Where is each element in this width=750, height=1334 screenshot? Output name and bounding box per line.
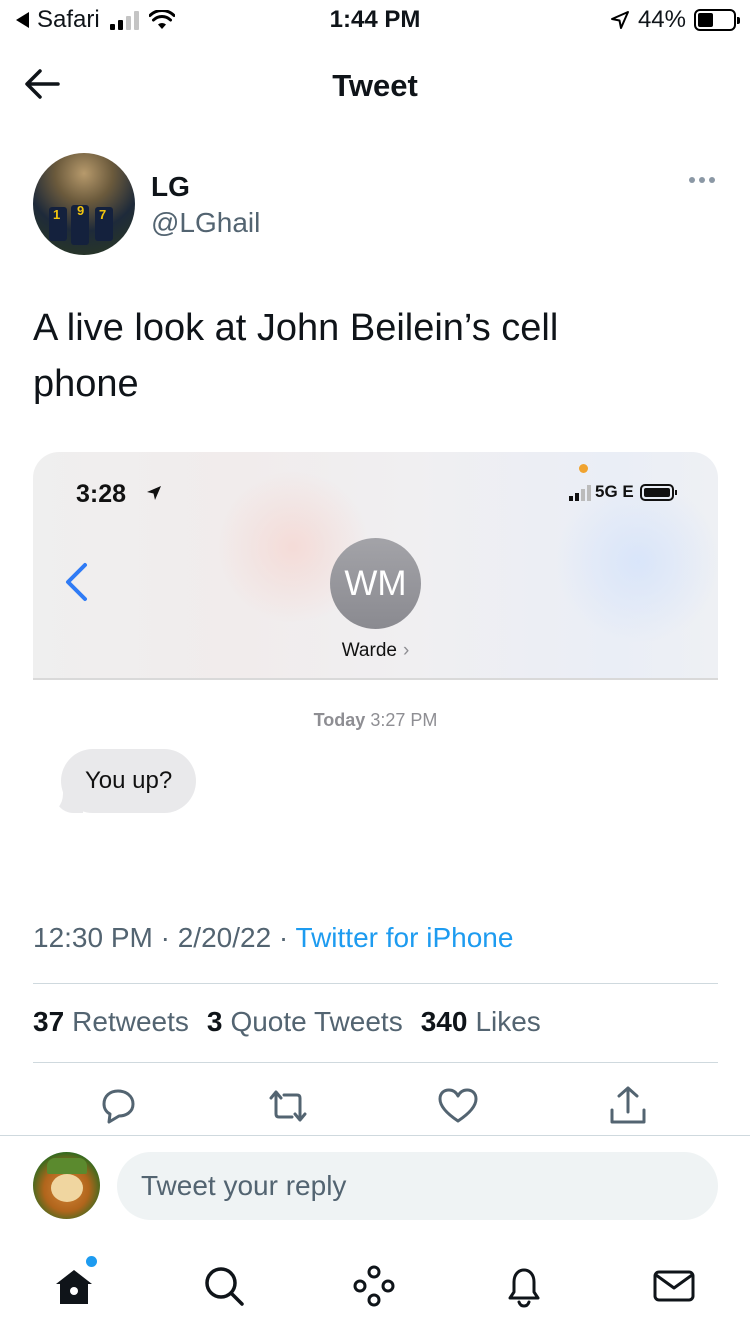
location-arrow-icon	[610, 11, 629, 29]
user-avatar[interactable]	[33, 1152, 100, 1219]
notifications-bell-icon[interactable]	[500, 1262, 548, 1310]
reply-icon[interactable]	[96, 1084, 140, 1128]
battery-icon	[694, 9, 740, 31]
divider	[33, 983, 718, 984]
chevron-left-icon	[66, 563, 87, 601]
network-label: 5G E	[595, 482, 634, 501]
likes-stat[interactable]: 340 Likes	[421, 1006, 541, 1038]
message-bubble: You up?	[61, 749, 197, 813]
more-options-icon[interactable]	[689, 177, 715, 183]
home-icon[interactable]	[50, 1262, 98, 1310]
likes-count: 340	[420, 1006, 468, 1037]
quote-tweets-stat[interactable]: 3 Quote Tweets	[207, 1006, 403, 1038]
like-heart-icon[interactable]	[436, 1084, 480, 1128]
location-arrow-icon	[147, 486, 161, 500]
message-date-time: 3:27 PM	[370, 710, 438, 730]
tweet-source-link[interactable]: Twitter for iPhone	[296, 922, 514, 953]
tweet-timestamp: 12:30 PM · 2/20/22 ·	[33, 922, 296, 953]
author-handle[interactable]: @LGhail	[151, 207, 260, 239]
tweet-text: A live look at John Beilein’s cell phone	[33, 307, 559, 405]
messages-header: 3:28 5G E WM Warde ›	[33, 452, 718, 680]
divider	[0, 1135, 750, 1136]
retweet-icon[interactable]	[266, 1084, 310, 1128]
header: Tweet	[0, 50, 750, 120]
privacy-indicator-dot	[579, 464, 588, 473]
cell-signal-icon	[569, 484, 591, 501]
contact-avatar: WM	[330, 538, 421, 629]
reply-input[interactable]: Tweet your reply	[117, 1152, 718, 1220]
chevron-right-icon: ›	[402, 640, 410, 661]
retweets-count: 37	[33, 1006, 65, 1037]
tweet-meta: 12:30 PM · 2/20/22 · Twitter for iPhone	[33, 922, 513, 954]
search-icon[interactable]	[200, 1262, 248, 1310]
tweet-actions	[0, 1084, 750, 1128]
battery-percent: 44%	[637, 6, 686, 33]
quotes-count: 3	[206, 1006, 223, 1037]
message-date: Today 3:27 PM	[33, 710, 718, 731]
inner-status-right: 5G E	[569, 482, 677, 502]
status-right: 44%	[610, 6, 740, 34]
divider	[33, 1062, 718, 1063]
retweets-stat[interactable]: 37 Retweets	[33, 1006, 189, 1038]
tweet-stats: 37 Retweets 3 Quote Tweets 340 Likes	[33, 1006, 541, 1038]
author-name[interactable]: LG	[151, 171, 190, 203]
spaces-icon[interactable]	[350, 1262, 398, 1310]
quotes-label: Quote Tweets	[230, 1006, 403, 1037]
retweets-label: Retweets	[72, 1006, 189, 1037]
tweet-author: 1 9 7 LG @LGhail	[33, 153, 723, 257]
status-bar: Safari 1:44 PM 44%	[0, 0, 750, 40]
likes-label: Likes	[475, 1006, 541, 1037]
share-icon[interactable]	[606, 1084, 650, 1128]
contact-name-label: Warde	[341, 640, 397, 661]
message-date-day: Today	[313, 710, 366, 730]
messages-envelope-icon[interactable]	[650, 1262, 698, 1310]
author-avatar[interactable]: 1 9 7	[33, 153, 135, 255]
page-title: Tweet	[332, 68, 418, 103]
contact-name: Warde ›	[33, 640, 718, 662]
inner-status-time: 3:28	[76, 480, 127, 508]
tweet-media[interactable]: 3:28 5G E WM Warde › Today 3:27 PM You up…	[33, 452, 718, 832]
battery-icon	[639, 483, 677, 501]
